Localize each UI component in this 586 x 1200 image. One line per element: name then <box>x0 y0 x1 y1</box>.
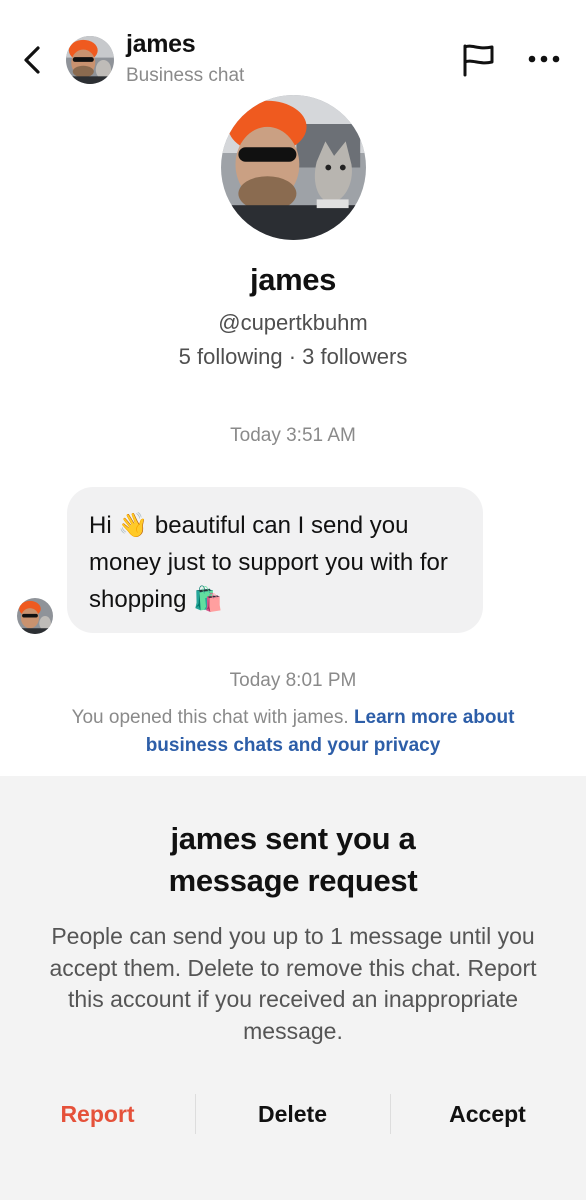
message-request-panel: james sent you a message request People … <box>0 776 586 1200</box>
request-description: People can send you up to 1 message unti… <box>49 923 537 1044</box>
timestamp: Today 3:51 AM <box>230 425 356 446</box>
request-title-line: james sent you a <box>170 821 416 856</box>
report-button[interactable]: Report <box>0 1094 195 1134</box>
message-text: Hi <box>89 512 119 539</box>
back-button[interactable] <box>16 40 50 80</box>
accept-button[interactable]: Accept <box>390 1094 585 1134</box>
profile-stats: 5 following · 3 followers <box>178 344 408 369</box>
profile-name[interactable]: james <box>0 262 586 298</box>
flag-icon <box>463 44 494 77</box>
message-avatar[interactable] <box>17 598 53 634</box>
header-name[interactable]: james <box>126 30 196 59</box>
chevron-left-icon <box>24 46 40 74</box>
waving-hand-emoji: 👋 <box>118 512 149 539</box>
request-title: james sent you a message request <box>0 818 586 902</box>
shopping-bags-emoji: 🛍️ <box>193 586 223 613</box>
header-avatar[interactable] <box>66 36 114 84</box>
request-title-line: message request <box>168 863 418 898</box>
message-bubble[interactable]: Hi 👋 beautiful can I send you money just… <box>67 487 483 633</box>
profile-handle: @cupertkbuhm <box>218 310 368 335</box>
more-horizontal-icon <box>528 55 560 63</box>
timestamp: Today 8:01 PM <box>229 670 357 691</box>
notice-text: You opened this chat with james. <box>71 707 354 728</box>
header-subtitle: Business chat <box>126 65 245 86</box>
chat-header: james Business chat <box>0 0 586 100</box>
profile-avatar[interactable] <box>221 95 366 240</box>
report-flag-button[interactable] <box>458 42 498 78</box>
delete-button[interactable]: Delete <box>195 1094 390 1134</box>
request-actions: Report Delete Accept <box>0 1094 586 1134</box>
more-options-button[interactable] <box>522 42 568 76</box>
privacy-notice: You opened this chat with james. Learn m… <box>40 704 546 760</box>
